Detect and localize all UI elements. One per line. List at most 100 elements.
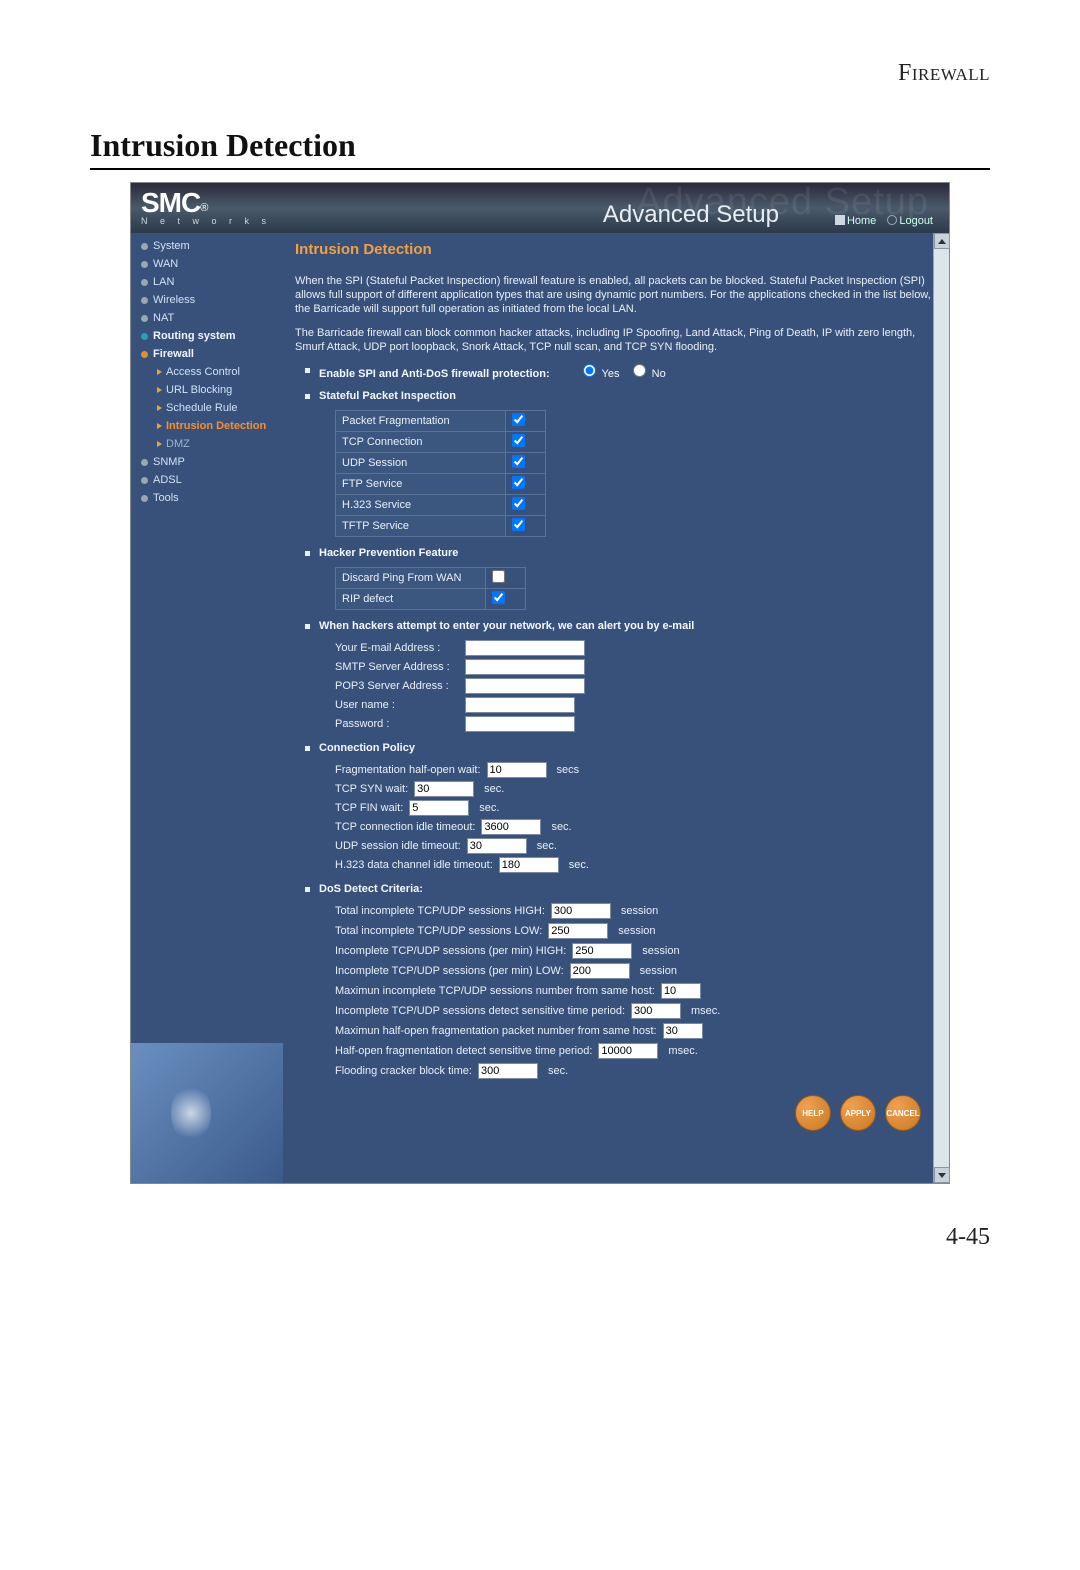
logout-link[interactable]: Logout xyxy=(887,215,933,227)
sidebar-item-label: System xyxy=(153,239,190,253)
sidebar-subitem-label: Intrusion Detection xyxy=(166,419,266,433)
email-alert-heading: When hackers attempt to enter your netwo… xyxy=(319,620,931,632)
form-label: POP3 Server Address : xyxy=(335,680,465,692)
sidebar-item[interactable]: ADSL xyxy=(131,471,283,489)
bullet-icon xyxy=(141,315,148,322)
row-checkbox-cell xyxy=(506,516,546,537)
table-row: RIP defect xyxy=(336,589,526,610)
row-label: H.323 Service xyxy=(336,495,506,516)
vertical-scrollbar[interactable] xyxy=(933,233,949,1183)
text-input[interactable] xyxy=(661,983,701,999)
form-row: Password : xyxy=(335,716,931,732)
sidebar-item-label: LAN xyxy=(153,275,174,289)
text-input[interactable] xyxy=(548,923,608,939)
text-input[interactable] xyxy=(487,762,547,778)
row-checkbox[interactable] xyxy=(512,413,525,426)
table-row: FTP Service xyxy=(336,474,546,495)
row-checkbox[interactable] xyxy=(512,518,525,531)
sidebar-subitem[interactable]: DMZ xyxy=(131,435,283,453)
row-label: UDP Session xyxy=(336,453,506,474)
row-checkbox[interactable] xyxy=(512,497,525,510)
row-checkbox[interactable] xyxy=(492,570,505,583)
spi-enable-yes-radio[interactable] xyxy=(583,364,596,377)
text-input[interactable] xyxy=(551,903,611,919)
sidebar-subitem[interactable]: Intrusion Detection xyxy=(131,417,283,435)
sidebar-item-label: WAN xyxy=(153,257,178,271)
text-input[interactable] xyxy=(467,838,527,854)
sidebar-subitem[interactable]: Schedule Rule xyxy=(131,399,283,417)
row-checkbox-cell xyxy=(506,432,546,453)
logout-icon xyxy=(887,215,897,225)
text-input[interactable] xyxy=(663,1023,703,1039)
text-input[interactable] xyxy=(465,659,585,675)
form-row: Incomplete TCP/UDP sessions detect sensi… xyxy=(335,1003,931,1019)
text-input[interactable] xyxy=(598,1043,658,1059)
sidebar-item[interactable]: NAT xyxy=(131,309,283,327)
form-label: Flooding cracker block time: xyxy=(335,1065,472,1077)
sidebar-subitem[interactable]: URL Blocking xyxy=(131,381,283,399)
row-checkbox[interactable] xyxy=(512,455,525,468)
row-checkbox-cell xyxy=(506,474,546,495)
app-header: SMC® N e t w o r k s Advanced Setup Adva… xyxy=(131,183,949,233)
unit-label: sec. xyxy=(569,859,589,871)
sidebar-item-label: Firewall xyxy=(153,347,194,361)
text-input[interactable] xyxy=(409,800,469,816)
sidebar-subitem[interactable]: Access Control xyxy=(131,363,283,381)
logout-link-label: Logout xyxy=(899,215,933,227)
scroll-up-button[interactable] xyxy=(934,233,950,249)
apply-button[interactable]: APPLY xyxy=(840,1095,876,1131)
row-checkbox[interactable] xyxy=(492,591,505,604)
dos-criteria-block: Total incomplete TCP/UDP sessions HIGH:s… xyxy=(335,903,931,1079)
sidebar-item[interactable]: SNMP xyxy=(131,453,283,471)
help-button[interactable]: HELP xyxy=(795,1095,831,1131)
text-input[interactable] xyxy=(478,1063,538,1079)
row-label: RIP defect xyxy=(336,589,486,610)
bullet-icon xyxy=(141,477,148,484)
form-label: Fragmentation half-open wait: xyxy=(335,764,481,776)
home-link[interactable]: Home xyxy=(835,215,876,227)
text-input[interactable] xyxy=(465,716,575,732)
email-form-block: Your E-mail Address :SMTP Server Address… xyxy=(335,640,931,732)
sidebar-item[interactable]: WAN xyxy=(131,255,283,273)
sidebar-item[interactable]: Firewall xyxy=(131,345,283,363)
text-input[interactable] xyxy=(631,1003,681,1019)
sidebar-item[interactable]: System xyxy=(131,237,283,255)
sidebar-subitem-label: URL Blocking xyxy=(166,383,232,397)
form-row: TCP connection idle timeout:sec. xyxy=(335,819,931,835)
unit-label: sec. xyxy=(537,840,557,852)
text-input[interactable] xyxy=(465,697,575,713)
text-input[interactable] xyxy=(465,678,585,694)
hacker-prevention-table: Discard Ping From WANRIP defect xyxy=(335,567,526,610)
row-checkbox[interactable] xyxy=(512,476,525,489)
text-input[interactable] xyxy=(414,781,474,797)
unit-label: sec. xyxy=(484,783,504,795)
text-input[interactable] xyxy=(499,857,559,873)
spi-enable-no-radio[interactable] xyxy=(633,364,646,377)
unit-label: session xyxy=(640,965,677,977)
logo-registered: ® xyxy=(200,202,208,214)
row-checkbox[interactable] xyxy=(512,434,525,447)
sidebar-item[interactable]: Wireless xyxy=(131,291,283,309)
cancel-button[interactable]: CANCEL xyxy=(885,1095,921,1131)
row-checkbox-cell xyxy=(486,589,526,610)
dos-criteria-heading: DoS Detect Criteria: xyxy=(319,883,931,895)
sidebar-item[interactable]: Tools xyxy=(131,489,283,507)
table-row: UDP Session xyxy=(336,453,546,474)
form-row: TCP SYN wait: sec. xyxy=(335,781,931,797)
table-row: TCP Connection xyxy=(336,432,546,453)
form-row: Incomplete TCP/UDP sessions (per min) LO… xyxy=(335,963,931,979)
form-row: SMTP Server Address : xyxy=(335,659,931,675)
connection-policy-heading: Connection Policy xyxy=(319,742,931,754)
scroll-down-button[interactable] xyxy=(934,1167,950,1183)
text-input[interactable] xyxy=(481,819,541,835)
row-label: TFTP Service xyxy=(336,516,506,537)
form-label: User name : xyxy=(335,699,465,711)
form-label: H.323 data channel idle timeout: xyxy=(335,859,493,871)
text-input[interactable] xyxy=(570,963,630,979)
text-input[interactable] xyxy=(572,943,632,959)
home-link-label: Home xyxy=(847,215,876,227)
text-input[interactable] xyxy=(465,640,585,656)
sidebar-item[interactable]: LAN xyxy=(131,273,283,291)
form-label: TCP SYN wait: xyxy=(335,783,408,795)
sidebar-item[interactable]: Routing system xyxy=(131,327,283,345)
